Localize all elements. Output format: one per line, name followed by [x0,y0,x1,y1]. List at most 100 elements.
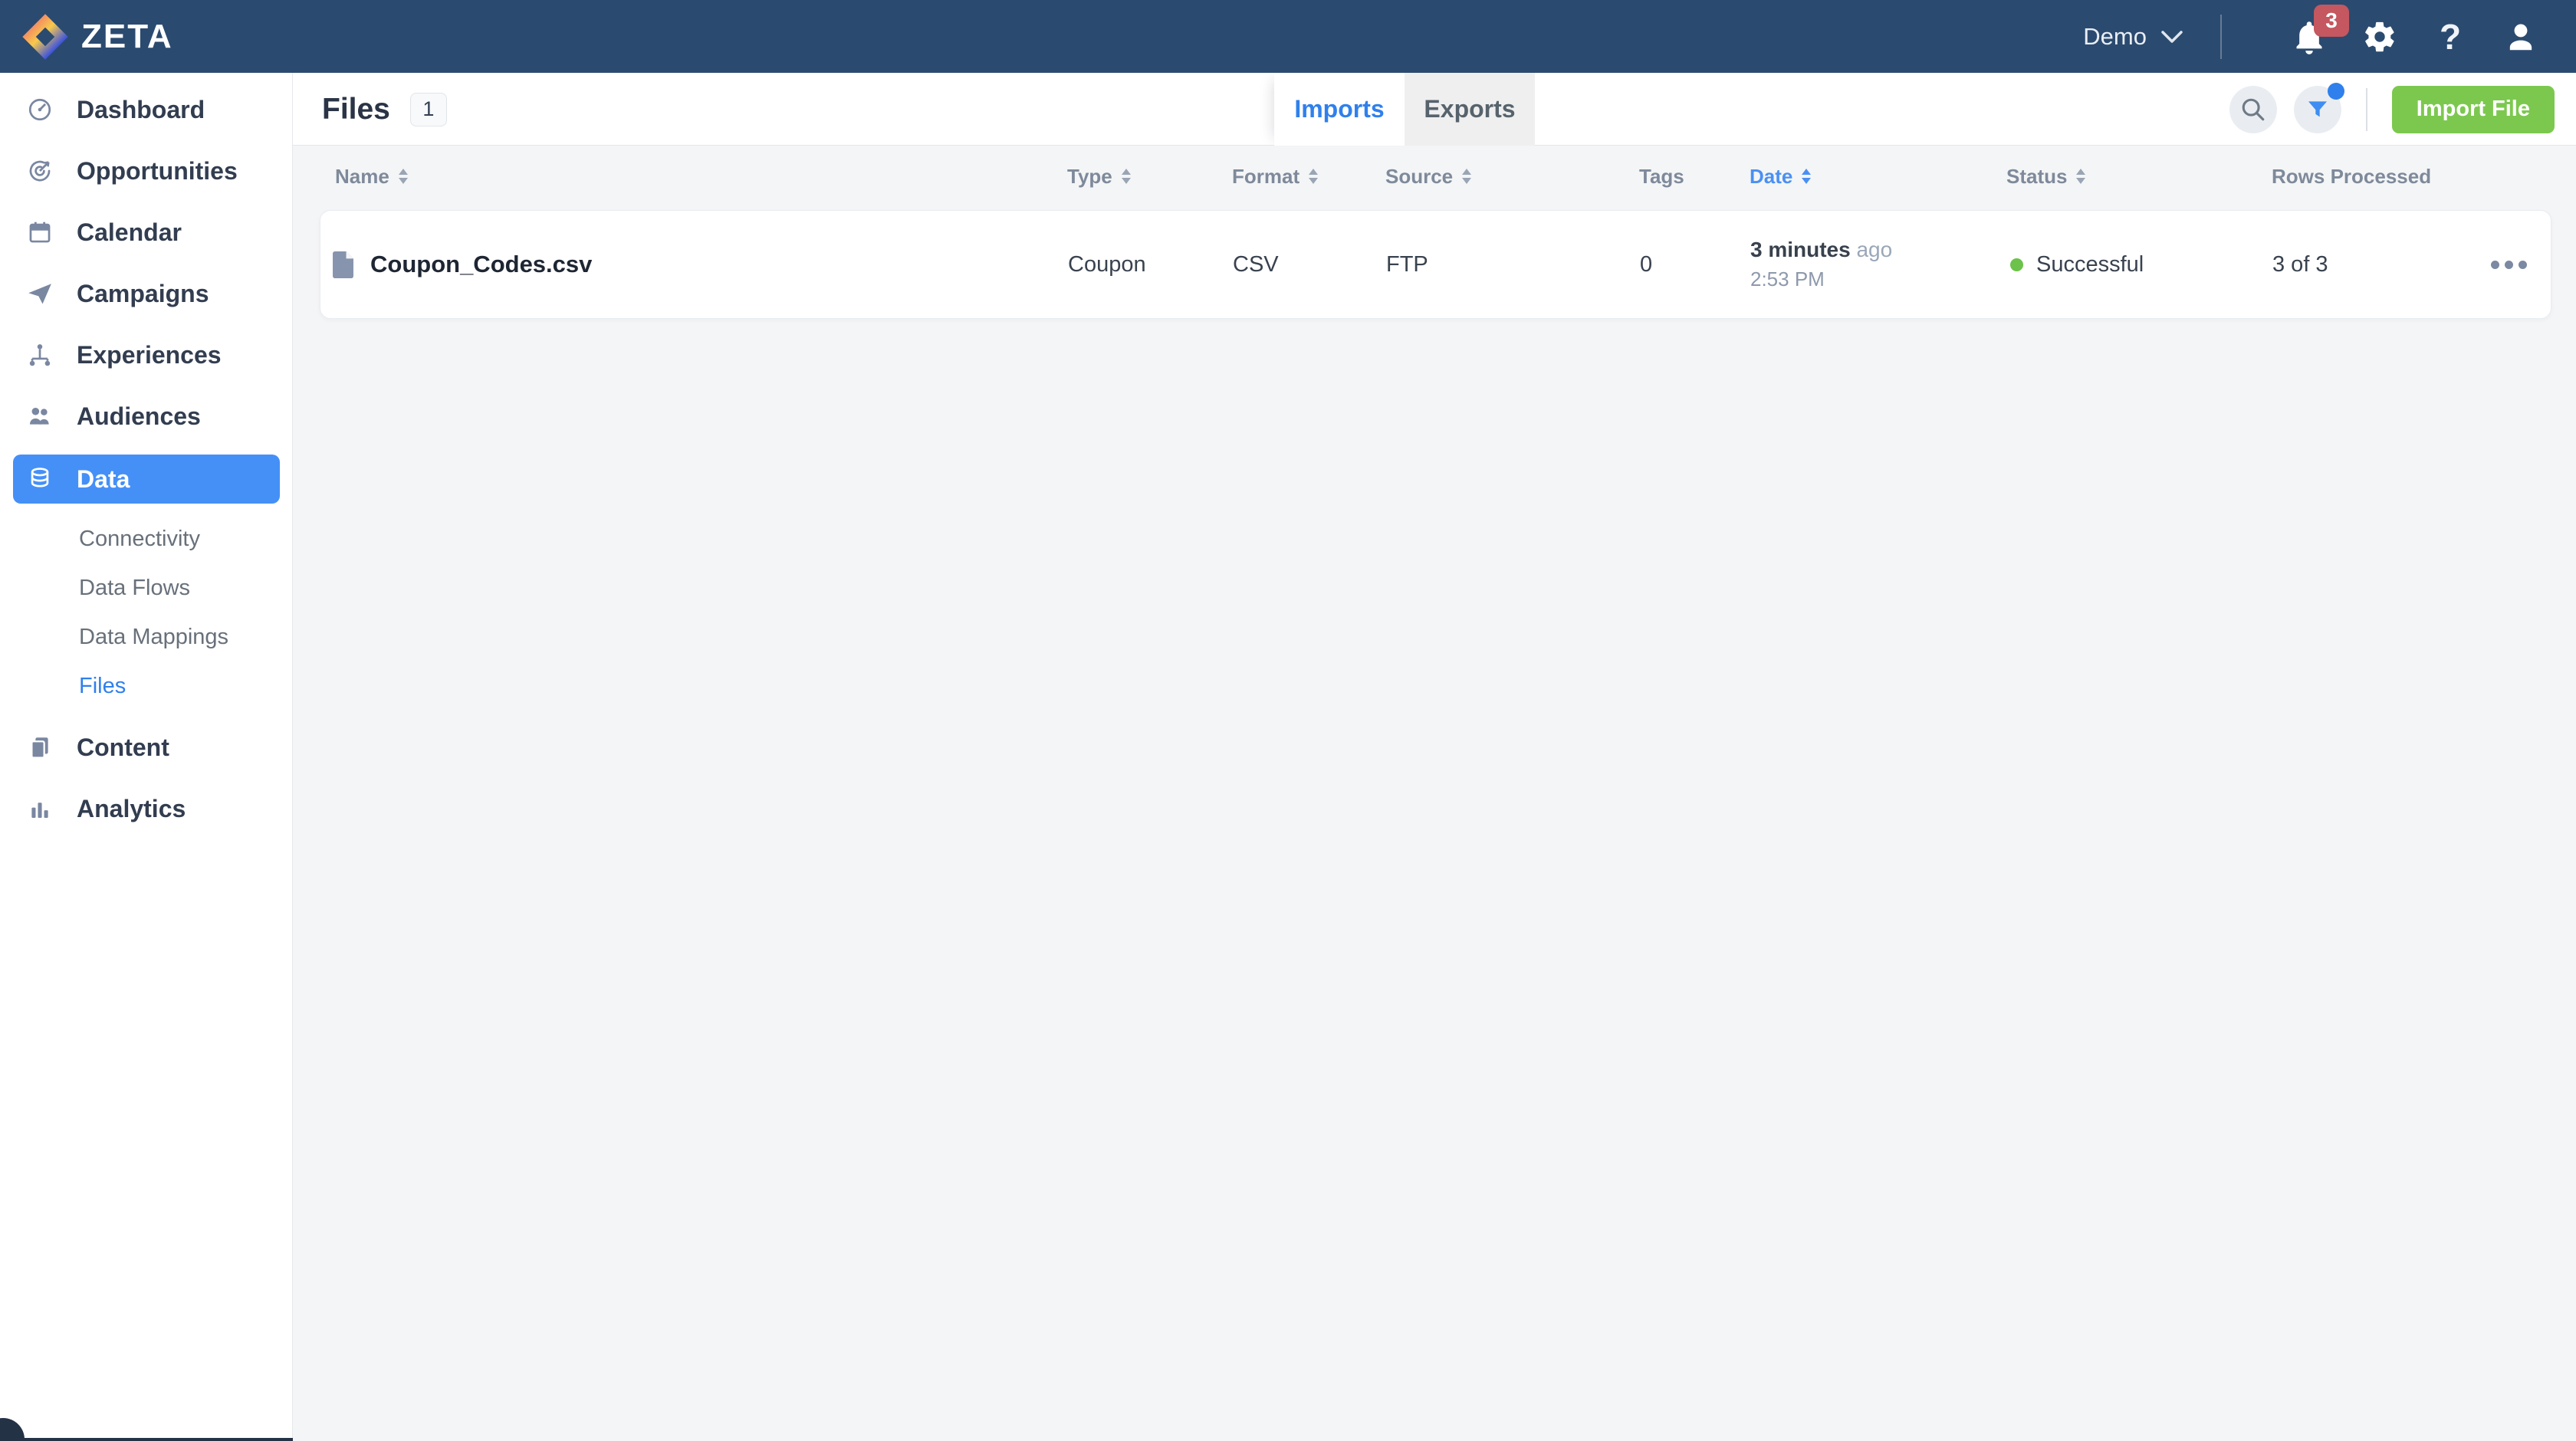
sidebar-item-calendar[interactable]: Calendar [0,208,293,257]
ellipsis-dot [2491,260,2499,269]
sidebar-item-label: Analytics [77,794,186,822]
page-header: Files 1 Imports Exports Import File [293,73,2576,146]
notifications-button[interactable]: 3 [2289,4,2349,57]
row-actions-cell [2467,253,2551,277]
file-name-cell: Coupon_Codes.csv [320,251,1068,278]
sidebar-subitem-label: Data Flows [79,575,191,600]
imports-exports-tabs: Imports Exports [1274,73,1535,146]
column-label: Rows Processed [2272,164,2432,188]
sidebar-subitem-data-mappings[interactable]: Data Mappings [0,620,293,654]
file-name: Coupon_Codes.csv [370,251,593,277]
tags-cell: 0 [1640,251,1653,277]
sidebar-navigation: Dashboard Opportunities Calendar Campaig… [0,73,293,1441]
tab-exports[interactable]: Exports [1405,73,1535,146]
type-cell: Coupon [1068,251,1146,277]
sidebar-item-label: Experiences [77,340,222,369]
topbar-divider [2220,14,2222,59]
row-menu-ellipsis-button[interactable] [2483,253,2535,277]
date-relative: 3 minutes ago [1750,238,1893,262]
sort-icon [398,169,408,184]
filter-active-dot [2327,82,2344,100]
sidebar-item-label: Calendar [77,218,182,246]
sidebar-item-label: Opportunities [77,156,238,185]
date-time: 2:53 PM [1750,267,1825,290]
column-header-source[interactable]: Source [1385,165,1635,189]
user-account-button[interactable] [2501,17,2541,57]
sidebar-subitem-files[interactable]: Files [0,669,293,703]
sidebar-item-dashboard[interactable]: Dashboard [0,85,293,134]
zeta-brand-logo[interactable]: ZETA [0,13,173,61]
sidebar-item-opportunities[interactable]: Opportunities [0,146,293,195]
column-header-name[interactable]: Name [320,165,1067,189]
column-label: Name [335,164,389,188]
source-cell: FTP [1386,251,1428,277]
sidebar-item-audiences[interactable]: Audiences [0,392,293,441]
sort-icon [1121,169,1131,184]
search-button[interactable] [2229,85,2277,133]
sort-icon [1309,169,1319,184]
sidebar-subitem-label: Connectivity [79,526,200,551]
sort-icon [1462,169,1472,184]
question-mark-icon: ? [2439,16,2462,57]
sidebar-item-analytics[interactable]: Analytics [0,784,293,833]
brand-name: ZETA [81,17,173,55]
status-cell: Successful [2007,252,2268,277]
filter-funnel-icon [2308,100,2327,117]
column-header-date[interactable]: Date [1750,165,2006,189]
ellipsis-dot [2505,260,2513,269]
column-header-tags: Tags [1635,165,1750,189]
controls-divider [2365,87,2367,131]
sidebar-subitem-connectivity[interactable]: Connectivity [0,522,293,556]
tab-label: Imports [1294,95,1385,123]
flow-hierarchy-icon [26,341,54,369]
status-badge: Successful [2036,251,2144,277]
org-selector-label: Demo [2083,22,2147,50]
sidebar-subitem-data-flows[interactable]: Data Flows [0,571,293,605]
column-label: Type [1067,164,1112,188]
files-count-badge: 1 [409,92,447,126]
target-icon [26,157,54,185]
sidebar-item-data[interactable]: Data [13,455,280,504]
column-header-rows-processed: Rows Processed [2267,165,2466,189]
settings-button[interactable] [2360,17,2400,57]
format-cell: CSV [1233,251,1279,277]
sidebar-item-label: Data [77,464,130,493]
table-row[interactable]: Coupon_Codes.csv Coupon CSV FTP 0 3 minu… [320,210,2551,319]
status-success-dot [2010,258,2023,271]
page-title: Files [322,92,390,126]
date-cell: 3 minutes ago 2:53 PM [1750,238,2007,290]
database-icon [26,465,54,493]
zeta-diamond-icon [22,13,68,60]
app-root: ZETA Demo 3 ? Dashboard Opportunities Ca… [0,0,2576,1441]
dashboard-gauge-icon [26,96,54,123]
org-selector-dropdown[interactable]: Demo [2083,23,2183,51]
calendar-icon [26,218,54,246]
sidebar-item-experiences[interactable]: Experiences [0,330,293,379]
import-file-button[interactable]: Import File [2391,85,2555,133]
sidebar-item-content[interactable]: Content [0,723,293,772]
sidebar-item-campaigns[interactable]: Campaigns [0,269,293,318]
notification-count-badge: 3 [2314,4,2349,37]
column-label: Status [2006,164,2068,188]
header-controls: Import File [2229,73,2576,146]
tab-imports[interactable]: Imports [1274,73,1405,146]
column-header-status[interactable]: Status [2006,165,2267,189]
sidebar-subitem-label: Files [79,673,127,698]
topbar-right-cluster: Demo 3 ? [2083,4,2576,59]
table-header-row: Name Type Format Source Tags Date Status… [320,146,2551,207]
sidebar-item-label: Campaigns [77,279,209,307]
main-area: Files 1 Imports Exports Import File Name… [293,73,2576,1441]
column-header-format[interactable]: Format [1232,165,1385,189]
column-label: Date [1750,164,1793,188]
sort-icon [2076,169,2086,184]
help-button[interactable]: ? [2430,17,2470,57]
column-header-type[interactable]: Type [1067,165,1232,189]
rows-processed-cell: 3 of 3 [2272,251,2328,277]
top-navigation-bar: ZETA Demo 3 ? [0,0,2576,73]
sidebar-subitem-label: Data Mappings [79,624,229,649]
column-label: Source [1385,164,1454,188]
sidebar-item-label: Audiences [77,402,201,430]
tab-label: Exports [1424,95,1516,123]
filter-button[interactable] [2293,82,2344,133]
sidebar-bottom-edge [0,1438,293,1441]
